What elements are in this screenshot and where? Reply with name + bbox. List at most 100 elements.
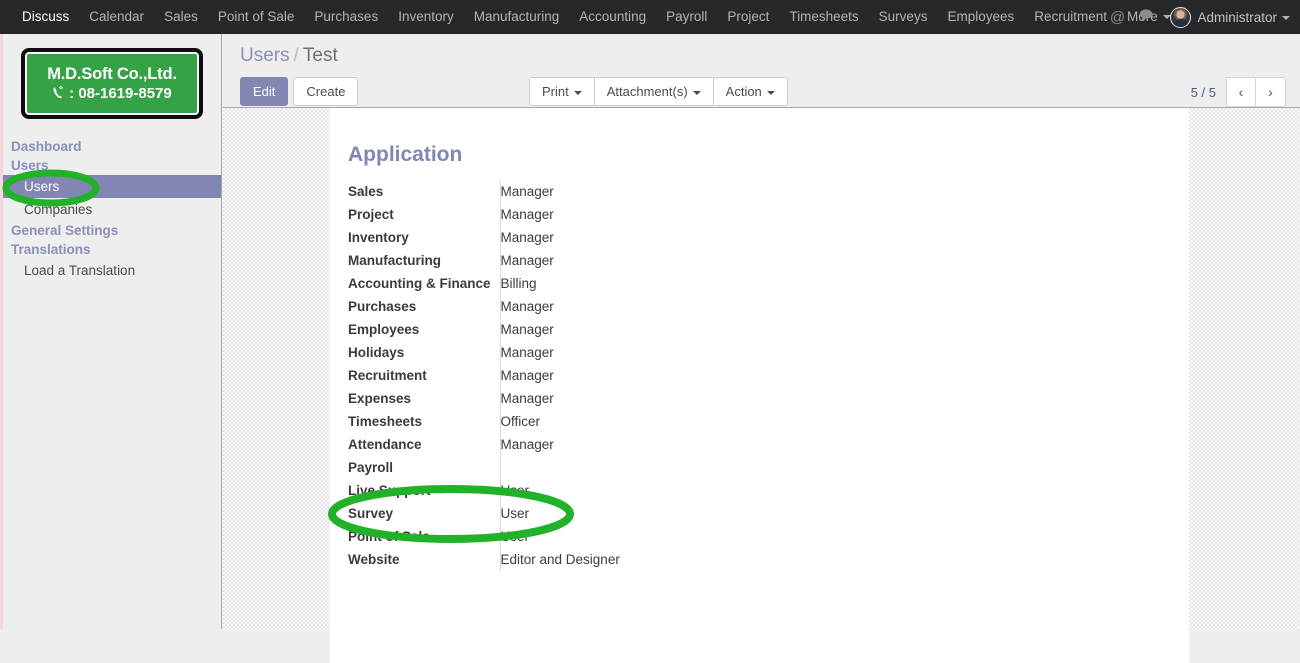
nav-item-point-of-sale[interactable]: Point of Sale — [208, 0, 305, 34]
application-access-table: Sales Manager Project Manager Inventory Manag… — [348, 180, 830, 571]
nav-item-label: Point of Sale — [217, 9, 295, 24]
application-access-level: User — [499, 479, 830, 502]
application-access-level: Billing — [499, 272, 830, 295]
application-access-level: User — [499, 502, 830, 525]
nav-item-payroll[interactable]: Payroll — [656, 0, 717, 34]
application-name: Attendance — [348, 437, 422, 452]
section-title: Application — [348, 143, 463, 166]
table-row: Website Editor and Designer — [348, 548, 830, 571]
table-row: Sales Manager — [348, 180, 830, 203]
avatar[interactable] — [1170, 6, 1192, 28]
application-access-level: Officer — [499, 410, 830, 433]
application-access-level: User — [499, 525, 830, 548]
sidebar-item-companies[interactable]: Companies — [3, 198, 221, 221]
nav-item-label: Employees — [947, 9, 1015, 24]
print-dropdown[interactable]: Print — [529, 77, 595, 106]
user-name-label: Administrator — [1197, 9, 1277, 25]
action-dropdown[interactable]: Action — [713, 77, 788, 106]
breadcrumb-current: Test — [302, 45, 338, 66]
application-name: Live Support — [348, 483, 431, 498]
nav-item-manufacturing[interactable]: Manufacturing — [464, 0, 570, 34]
table-row: Accounting & Finance Billing — [348, 272, 830, 295]
nav-item-sales[interactable]: Sales — [154, 0, 208, 34]
nav-item-project[interactable]: Project — [717, 0, 779, 34]
application-name: Inventory — [348, 230, 409, 245]
create-button[interactable]: Create — [293, 77, 359, 106]
nav-item-timesheets[interactable]: Timesheets — [779, 0, 868, 34]
sidebar-menu: Dashboard Users Users Companies General Sett… — [3, 137, 221, 282]
application-access-level: Manager — [499, 318, 830, 341]
sidebar-heading-general-settings[interactable]: General Settings — [3, 221, 221, 240]
application-name: Sales — [348, 184, 384, 199]
sidebar-heading-translations[interactable]: Translations — [3, 240, 221, 259]
nav-item-label: Timesheets — [789, 9, 859, 24]
toolbar-dropdown-group: Print Attachment(s) Action — [529, 77, 788, 106]
company-name: M.D.Soft Co.,Ltd. — [47, 65, 177, 83]
application-access-level: Manager — [499, 387, 830, 410]
chevron-down-icon — [573, 90, 582, 95]
edit-button[interactable]: Edit — [240, 77, 289, 106]
nav-item-label: Payroll — [666, 9, 708, 24]
table-row: Recruitment Manager — [348, 364, 830, 387]
application-access-level — [499, 456, 830, 479]
nav-item-discuss[interactable]: Discuss — [0, 0, 79, 34]
application-access-level: Manager — [499, 295, 830, 318]
nav-item-employees[interactable]: Employees — [937, 0, 1024, 34]
sidebar-item-users[interactable]: Users — [3, 175, 221, 198]
table-row: Payroll — [348, 456, 830, 479]
phone-icon — [52, 85, 69, 101]
user-menu[interactable]: Administrator — [1197, 10, 1294, 25]
company-phone: : 08-1619-8579 — [52, 85, 172, 102]
sidebar-heading-users[interactable]: Users — [3, 156, 221, 175]
attachments-label: Attachment(s) — [606, 84, 688, 99]
nav-item-label: Accounting — [579, 9, 647, 24]
nav-item-calendar[interactable]: Calendar — [79, 0, 154, 34]
nav-item-label: Recruitment — [1034, 9, 1108, 24]
application-access-level: Manager — [499, 203, 830, 226]
application-name: Expenses — [348, 391, 412, 406]
nav-item-label: Project — [727, 9, 770, 24]
sidebar-heading-dashboard[interactable]: Dashboard — [3, 137, 221, 156]
nav-item-label: Sales — [164, 9, 198, 24]
nav-item-surveys[interactable]: Surveys — [869, 0, 938, 34]
nav-item-accounting[interactable]: Accounting — [569, 0, 656, 34]
breadcrumb-separator: / — [293, 45, 299, 66]
breadcrumb-root[interactable]: Users — [240, 45, 290, 66]
print-label: Print — [542, 84, 569, 99]
application-name: Point of Sale — [348, 529, 430, 544]
table-row: Live Support User — [348, 479, 830, 502]
pager-previous-button[interactable]: ‹ — [1226, 77, 1256, 107]
application-name: Payroll — [348, 460, 394, 475]
top-navbar: Discuss Calendar Sales Point of Sale Purchas… — [0, 0, 1300, 34]
action-label: Action — [725, 84, 762, 99]
nav-item-purchases[interactable]: Purchases — [304, 0, 388, 34]
form-sheet: Application Sales Manager Project Manager In… — [330, 108, 1189, 663]
table-row: Employees Manager — [348, 318, 830, 341]
logo-wrapper: M.D.Soft Co.,Ltd. : 08-1619-8579 — [3, 34, 221, 119]
content-area: Users / Test Edit Create Print Attachment(s… — [223, 34, 1300, 663]
application-name: Manufacturing — [348, 253, 441, 268]
pager-next-button[interactable]: › — [1256, 77, 1286, 107]
table-row: Project Manager — [348, 203, 830, 226]
table-row: Holidays Manager — [348, 341, 830, 364]
nav-item-label: Calendar — [89, 9, 145, 24]
chat-bubble-icon[interactable] — [1132, 8, 1162, 26]
navbar-right-group: @ Administrator — [1102, 0, 1300, 34]
table-row: Inventory Manager — [348, 226, 830, 249]
application-access-level: Manager — [499, 180, 830, 203]
application-access-level: Manager — [499, 364, 830, 387]
attachments-dropdown[interactable]: Attachment(s) — [594, 77, 714, 106]
application-access-level: Manager — [499, 226, 830, 249]
table-row: Point of Sale User — [348, 525, 830, 548]
mention-icon[interactable]: @ — [1102, 9, 1132, 26]
chevron-down-icon — [692, 90, 701, 95]
nav-item-inventory[interactable]: Inventory — [388, 0, 464, 34]
chevron-down-icon — [766, 90, 775, 95]
application-name: Purchases — [348, 299, 417, 314]
nav-item-label: Manufacturing — [473, 9, 560, 24]
table-row: Expenses Manager — [348, 387, 830, 410]
sidebar-item-load-a-translation[interactable]: Load a Translation — [3, 259, 221, 282]
application-access-level: Manager — [499, 341, 830, 364]
application-name: Website — [348, 552, 400, 567]
phone-number: : 08-1619-8579 — [69, 85, 172, 102]
